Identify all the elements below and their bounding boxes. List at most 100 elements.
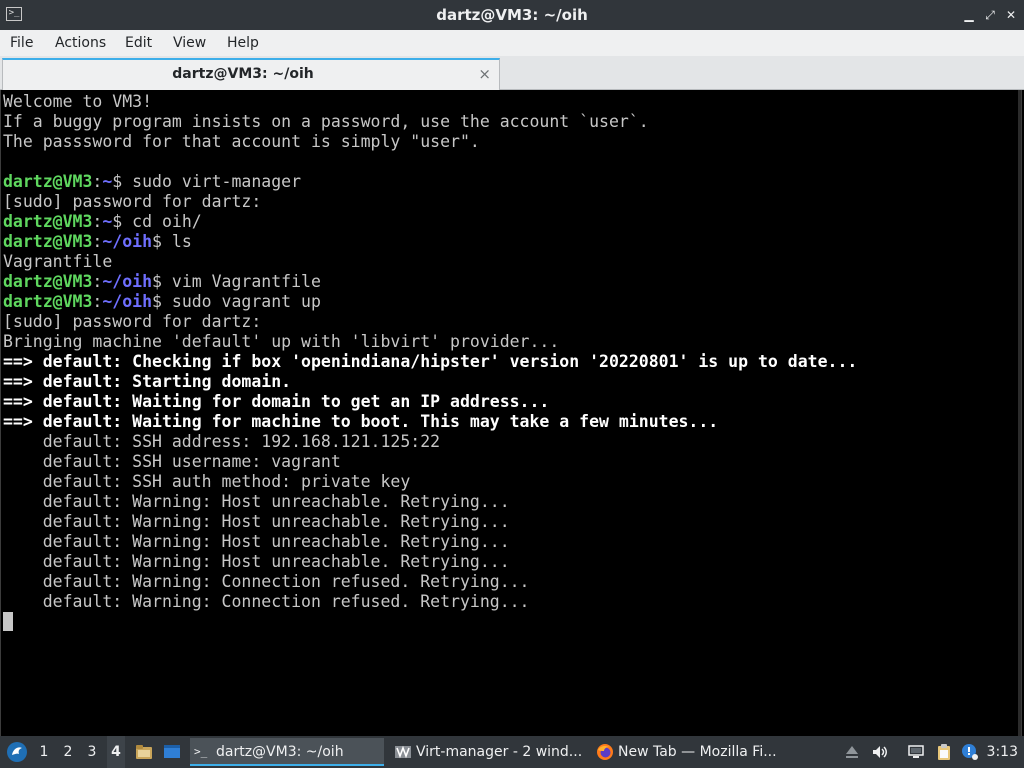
task-virt-manager[interactable]: Virt-manager - 2 wind... [390, 738, 586, 766]
network-icon[interactable] [907, 743, 925, 761]
prompt-user: dartz@VM3 [3, 172, 93, 191]
task-terminal[interactable]: >_ dartz@VM3: ~/oih [190, 738, 384, 766]
menu-edit[interactable]: Edit [125, 30, 152, 56]
terminal-line: default: SSH auth method: private key [3, 472, 857, 492]
terminal-line: ==> default: Checking if box 'openindian… [3, 352, 857, 372]
terminal-text: The passsword for that account is simply… [3, 132, 480, 151]
prompt-user: dartz@VM3 [3, 292, 93, 311]
terminal-scrollbar[interactable] [1018, 90, 1021, 736]
terminal-text: Bringing machine 'default' up with 'libv… [3, 332, 560, 351]
prompt-user: dartz@VM3 [3, 272, 93, 291]
terminal-text: $ cd oih/ [112, 212, 202, 231]
terminal-text: default: SSH username: vagrant [3, 452, 341, 471]
window-titlebar[interactable]: >_ dartz@VM3: ~/oih ▁ ⤢ ✕ [0, 0, 1024, 30]
tab-terminal[interactable]: dartz@VM3: ~/oih × [2, 58, 500, 90]
terminal-cursor [3, 612, 13, 631]
terminal-text: default: SSH address: 192.168.121.125:22 [3, 432, 441, 451]
terminal-text: $ sudo vagrant up [152, 292, 321, 311]
tab-close-icon[interactable]: × [478, 62, 491, 86]
terminal-line: dartz@VM3:~/oih$ vim Vagrantfile [3, 272, 857, 292]
terminal-line: [sudo] password for dartz: [3, 312, 857, 332]
terminal-line: default: Warning: Host unreachable. Retr… [3, 552, 857, 572]
minimize-button[interactable]: ▁ [960, 6, 978, 24]
menu-bar: File Actions Edit View Help [0, 30, 1024, 56]
terminal-line: The passsword for that account is simply… [3, 132, 857, 152]
terminal-line: [sudo] password for dartz: [3, 192, 857, 212]
firefox-icon [597, 744, 613, 760]
terminal-output: Welcome to VM3! If a buggy program insist… [3, 92, 857, 612]
desktop-1[interactable]: 1 [35, 736, 53, 768]
terminal-text: : [92, 272, 103, 291]
terminal-line: Bringing machine 'default' up with 'libv… [3, 332, 857, 352]
prompt-user: dartz@VM3 [3, 212, 93, 231]
terminal-text: : [92, 212, 103, 231]
file-manager-icon[interactable] [135, 743, 153, 761]
restore-button[interactable]: ⤢ [981, 6, 999, 24]
clock[interactable]: 3:13 [987, 736, 1018, 768]
terminal-line: Vagrantfile [3, 252, 857, 272]
terminal-text: [sudo] password for dartz: [3, 192, 262, 211]
tab-bar: dartz@VM3: ~/oih × [0, 56, 1024, 90]
menu-actions[interactable]: Actions [55, 30, 106, 56]
terminal-text: [sudo] password for dartz: [3, 312, 262, 331]
prompt-path: ~/oih [102, 292, 153, 311]
desktop-4[interactable]: 4 [107, 736, 125, 768]
terminal-text: ==> default: Checking if box 'openindian… [3, 352, 858, 371]
terminal-line: default: Warning: Host unreachable. Retr… [3, 492, 857, 512]
prompt-user: dartz@VM3 [3, 232, 93, 251]
start-menu-icon[interactable] [6, 741, 28, 763]
terminal-text: default: Warning: Host unreachable. Retr… [3, 512, 510, 531]
prompt-path: ~/oih [102, 272, 153, 291]
terminal-text: ==> default: Waiting for machine to boot… [3, 412, 719, 431]
show-desktop-icon[interactable] [163, 743, 181, 761]
terminal-text: ==> default: Waiting for domain to get a… [3, 392, 550, 411]
menu-view[interactable]: View [173, 30, 206, 56]
prompt-path: ~ [102, 212, 113, 231]
terminal-text: : [92, 292, 103, 311]
terminal-line: default: SSH address: 192.168.121.125:22 [3, 432, 857, 452]
prompt-path: ~/oih [102, 232, 153, 251]
terminal-text: default: Warning: Host unreachable. Retr… [3, 532, 510, 551]
terminal-icon: >_ [194, 745, 208, 758]
menu-help[interactable]: Help [227, 30, 259, 56]
volume-icon[interactable] [871, 743, 889, 761]
terminal-text: $ vim Vagrantfile [152, 272, 321, 291]
desktop-2[interactable]: 2 [59, 736, 77, 768]
menu-file[interactable]: File [10, 30, 33, 56]
terminal-text: default: Warning: Connection refused. Re… [3, 572, 530, 591]
task-firefox-label: New Tab — Mozilla Fi... [618, 744, 777, 760]
terminal-text: default: Warning: Connection refused. Re… [3, 592, 530, 611]
terminal-line: If a buggy program insists on a password… [3, 112, 857, 132]
clipboard-icon[interactable] [935, 743, 953, 761]
update-notifier-icon[interactable] [961, 743, 979, 761]
terminal-line: ==> default: Starting domain. [3, 372, 857, 392]
virt-manager-icon [395, 745, 411, 759]
task-firefox[interactable]: New Tab — Mozilla Fi... [592, 738, 788, 766]
terminal-text: : [92, 232, 103, 251]
terminal-line: dartz@VM3:~$ cd oih/ [3, 212, 857, 232]
terminal-line: default: SSH username: vagrant [3, 452, 857, 472]
task-virt-manager-label: Virt-manager - 2 wind... [416, 744, 583, 760]
terminal-text: $ ls [152, 232, 192, 251]
terminal-text: If a buggy program insists on a password… [3, 112, 649, 131]
window-title: dartz@VM3: ~/oih [436, 6, 588, 24]
terminal-line: ==> default: Waiting for domain to get a… [3, 392, 857, 412]
terminal-line: ==> default: Waiting for machine to boot… [3, 412, 857, 432]
terminal-view[interactable]: Welcome to VM3! If a buggy program insist… [0, 90, 1022, 736]
terminal-line: default: Warning: Host unreachable. Retr… [3, 532, 857, 552]
terminal-line: dartz@VM3:~$ sudo virt-manager [3, 172, 857, 192]
close-button[interactable]: ✕ [1002, 6, 1020, 24]
task-terminal-label: dartz@VM3: ~/oih [216, 744, 344, 760]
terminal-line: Welcome to VM3! [3, 92, 857, 112]
eject-icon[interactable] [843, 743, 861, 761]
terminal-text: : [92, 172, 103, 191]
terminal-line: default: Warning: Connection refused. Re… [3, 592, 857, 612]
desktop-3[interactable]: 3 [83, 736, 101, 768]
terminal-line: default: Warning: Connection refused. Re… [3, 572, 857, 592]
terminal-text: Vagrantfile [3, 252, 113, 271]
terminal-line: default: Warning: Host unreachable. Retr… [3, 512, 857, 532]
terminal-text: Welcome to VM3! [3, 92, 153, 111]
terminal-text: ==> default: Starting domain. [3, 372, 292, 391]
terminal-text: $ sudo virt-manager [112, 172, 302, 191]
